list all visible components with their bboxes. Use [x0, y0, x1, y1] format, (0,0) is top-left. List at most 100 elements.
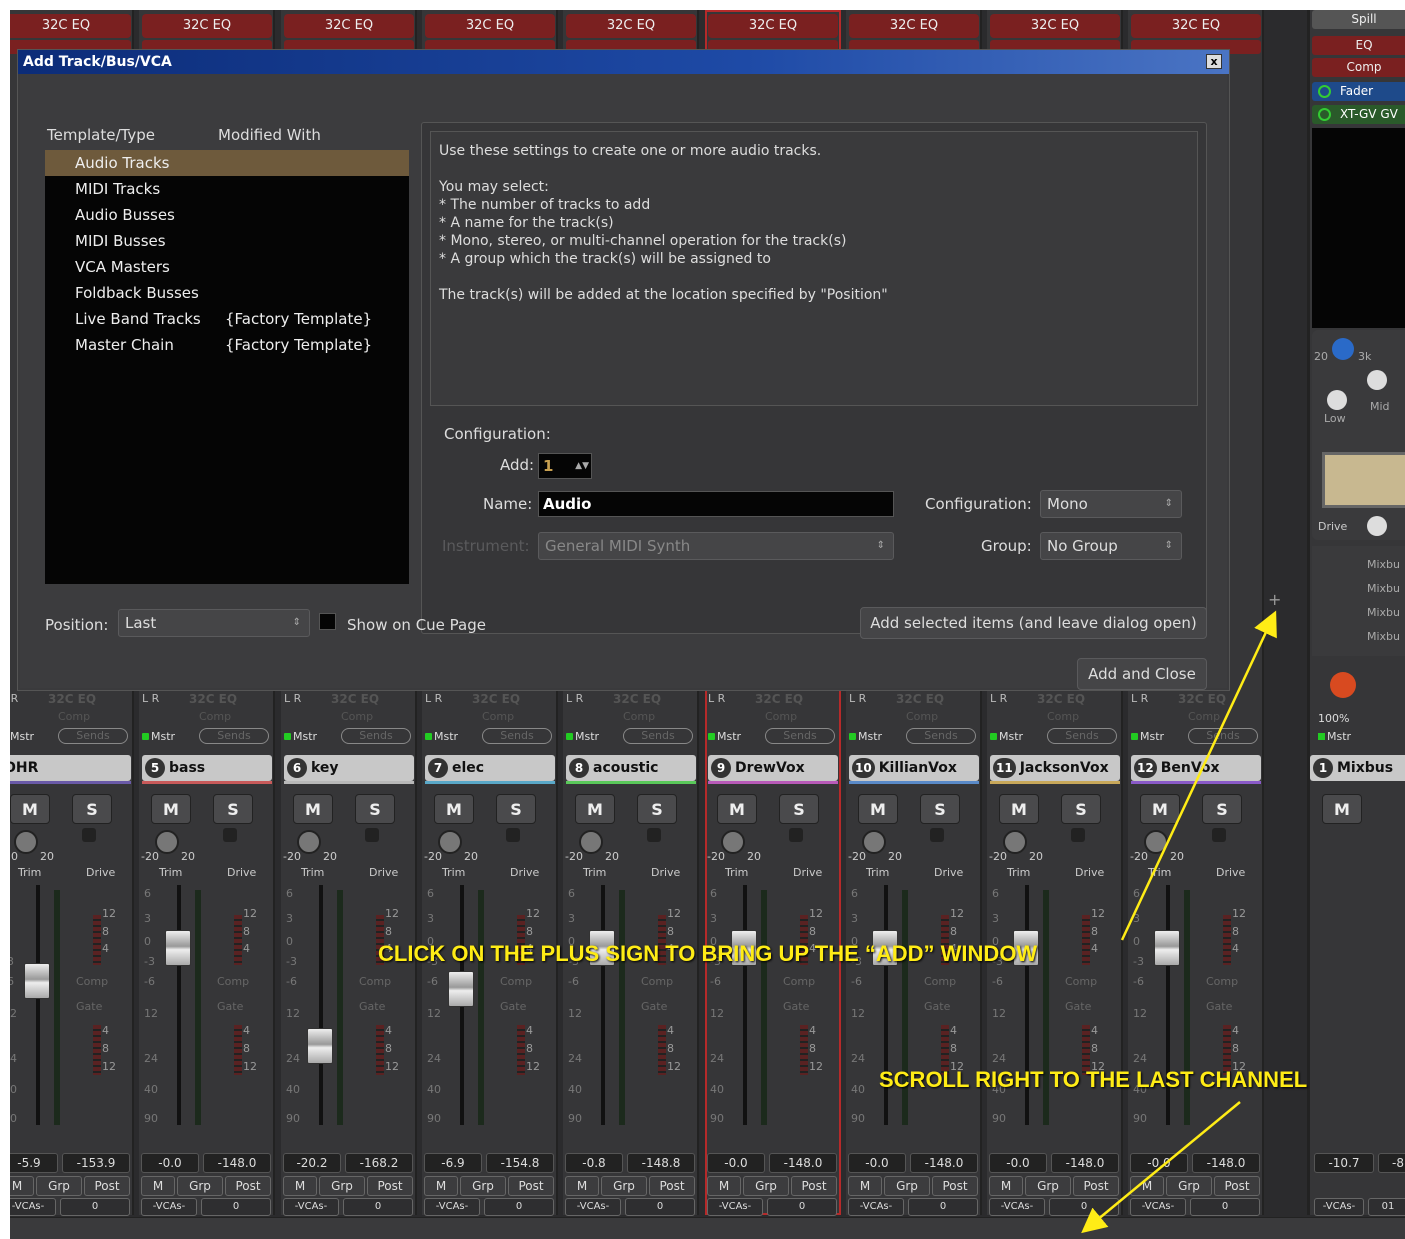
strip-name-button[interactable]: OHR: [10, 755, 131, 781]
mstr-toggle[interactable]: Mstr: [425, 730, 458, 743]
mixbus-mute-button[interactable]: M: [1322, 794, 1362, 824]
add-count-input[interactable]: 1 ▲▼: [538, 453, 592, 479]
group-select[interactable]: No Group ⇕: [1040, 532, 1182, 560]
mstr-toggle[interactable]: Mstr: [990, 730, 1023, 743]
plugin-fader[interactable]: Fader: [1312, 82, 1405, 101]
sends-button[interactable]: Sends: [623, 728, 693, 744]
drive-knob[interactable]: [1367, 516, 1387, 536]
sends-button[interactable]: Sends: [1047, 728, 1117, 744]
eq-button[interactable]: 32C EQ: [708, 14, 838, 38]
group-button[interactable]: Grp: [1025, 1176, 1071, 1196]
group-button[interactable]: Grp: [1166, 1176, 1212, 1196]
peak-display[interactable]: -153.9: [62, 1153, 130, 1173]
plugin-xtgv[interactable]: XT-GV GV: [1312, 105, 1405, 124]
pan-knob[interactable]: [1330, 672, 1356, 698]
fader-handle[interactable]: [24, 963, 50, 999]
vcas-button[interactable]: -VCAs-: [283, 1198, 339, 1216]
group-button[interactable]: Grp: [884, 1176, 930, 1196]
drive-button[interactable]: [930, 828, 944, 842]
fader-track[interactable]: [319, 885, 323, 1125]
sends-button[interactable]: Sends: [341, 728, 411, 744]
mute-button[interactable]: M: [293, 794, 333, 824]
template-type-item[interactable]: Master Chain {Factory Template}: [45, 332, 409, 358]
drive-button[interactable]: [506, 828, 520, 842]
eq-button[interactable]: 32C EQ: [10, 14, 131, 38]
post-button[interactable]: Post: [508, 1176, 554, 1196]
drive-button[interactable]: [789, 828, 803, 842]
peak-display[interactable]: -154.8: [486, 1153, 554, 1173]
trim-knob[interactable]: [297, 830, 321, 854]
vcas-button[interactable]: -VCAs-: [565, 1198, 621, 1216]
mixbus-name-button[interactable]: 1 Mixbus: [1310, 755, 1405, 781]
mixbus-vca-number[interactable]: 01: [1368, 1198, 1405, 1216]
peak-display[interactable]: -5.9: [10, 1153, 58, 1173]
post-button[interactable]: Post: [791, 1176, 837, 1196]
mstr-toggle[interactable]: Mstr: [566, 730, 599, 743]
solo-button[interactable]: S: [779, 794, 819, 824]
sends-button[interactable]: Sends: [482, 728, 552, 744]
trim-knob[interactable]: [155, 830, 179, 854]
solo-button[interactable]: S: [213, 794, 253, 824]
group-button[interactable]: Grp: [601, 1176, 647, 1196]
comments-button[interactable]: 0: [343, 1198, 413, 1216]
instrument-select[interactable]: General MIDI Synth ⇕: [538, 532, 894, 560]
peak-display[interactable]: -0.0: [1130, 1153, 1188, 1173]
comments-button[interactable]: 0: [484, 1198, 554, 1216]
plugin-list-area[interactable]: [1312, 128, 1405, 328]
mute-button[interactable]: M: [434, 794, 474, 824]
trim-knob[interactable]: [1003, 830, 1027, 854]
group-button[interactable]: Grp: [743, 1176, 789, 1196]
mixer-scrollbar[interactable]: [10, 1217, 1405, 1239]
drive-button[interactable]: [82, 828, 96, 842]
group-button[interactable]: Grp: [460, 1176, 506, 1196]
sends-button[interactable]: Sends: [199, 728, 269, 744]
drive-button[interactable]: [1212, 828, 1226, 842]
mstr-toggle[interactable]: Mstr: [10, 730, 34, 743]
comp-button[interactable]: Comp: [1312, 58, 1405, 77]
group-button[interactable]: Grp: [177, 1176, 223, 1196]
trim-knob[interactable]: [438, 830, 462, 854]
template-type-item[interactable]: Foldback Busses: [45, 280, 409, 306]
plugin-active-icon[interactable]: [1318, 108, 1331, 121]
peak-display[interactable]: -0.8: [565, 1153, 623, 1173]
peak-display[interactable]: -20.2: [283, 1153, 341, 1173]
sends-button[interactable]: Sends: [765, 728, 835, 744]
add-and-close-button[interactable]: Add and Close: [1077, 658, 1207, 690]
mstr-toggle[interactable]: Mstr: [142, 730, 175, 743]
trim-knob[interactable]: [1144, 830, 1168, 854]
eq-button[interactable]: 32C EQ: [566, 14, 696, 38]
eq-button[interactable]: 32C EQ: [142, 14, 272, 38]
drive-button[interactable]: [647, 828, 661, 842]
group-button[interactable]: Grp: [36, 1176, 82, 1196]
comments-button[interactable]: 0: [1190, 1198, 1260, 1216]
template-type-item[interactable]: VCA Masters: [45, 254, 409, 280]
meter-point-button[interactable]: M: [283, 1176, 317, 1196]
peak-display[interactable]: -148.0: [203, 1153, 271, 1173]
name-input[interactable]: Audio: [538, 491, 894, 517]
mstr-toggle[interactable]: Mstr: [284, 730, 317, 743]
template-type-list[interactable]: Audio Tracks MIDI Tracks Audio Busses MIDI …: [45, 150, 409, 584]
strip-name-button[interactable]: 12 BenVox: [1131, 755, 1261, 781]
meter-point-button[interactable]: M: [848, 1176, 882, 1196]
post-button[interactable]: Post: [225, 1176, 271, 1196]
vcas-button[interactable]: -VCAs-: [141, 1198, 197, 1216]
comments-button[interactable]: 0: [60, 1198, 130, 1216]
drive-button[interactable]: [223, 828, 237, 842]
solo-button[interactable]: S: [72, 794, 112, 824]
meter-point-button[interactable]: M: [424, 1176, 458, 1196]
fader-track[interactable]: [601, 885, 605, 1125]
solo-button[interactable]: S: [355, 794, 395, 824]
peak-display[interactable]: -148.0: [1192, 1153, 1260, 1173]
post-button[interactable]: Post: [367, 1176, 413, 1196]
peak-display[interactable]: -148.0: [769, 1153, 837, 1173]
plugin-active-icon[interactable]: [1318, 85, 1331, 98]
vcas-button[interactable]: -VCAs-: [1130, 1198, 1186, 1216]
template-type-item[interactable]: MIDI Tracks: [45, 176, 409, 202]
fader-track[interactable]: [177, 885, 181, 1125]
eq-button[interactable]: 32C EQ: [990, 14, 1120, 38]
strip-name-button[interactable]: 8 acoustic: [566, 755, 696, 781]
post-button[interactable]: Post: [649, 1176, 695, 1196]
strip-name-button[interactable]: 10 KillianVox: [849, 755, 979, 781]
meter-point-button[interactable]: M: [141, 1176, 175, 1196]
mute-button[interactable]: M: [717, 794, 757, 824]
